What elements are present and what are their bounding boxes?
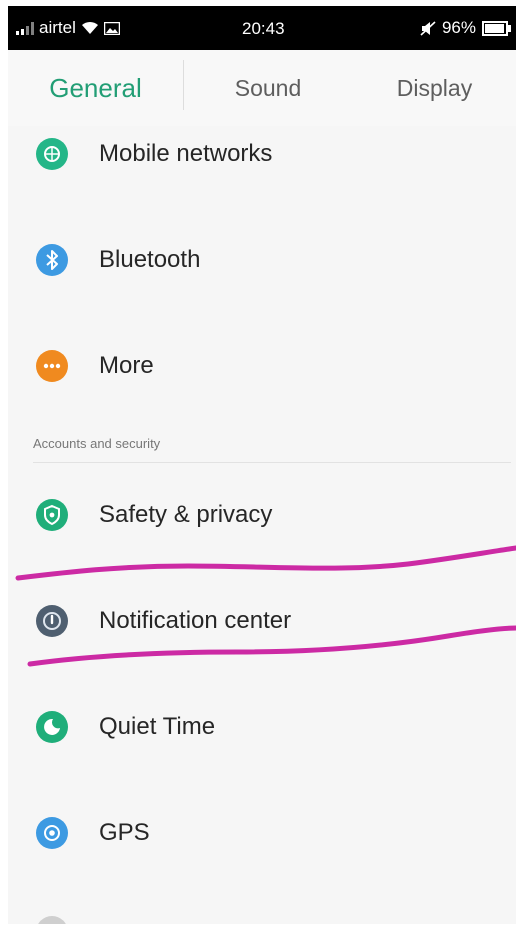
settings-item-label: Bluetooth	[99, 246, 201, 273]
carrier-name: airtel	[39, 18, 76, 37]
mute-icon	[420, 20, 436, 36]
settings-tabs: General Sound Display	[8, 50, 516, 126]
location-icon	[36, 817, 68, 849]
settings-item-quiet-time[interactable]: Quiet Time	[8, 697, 516, 757]
battery-percent: 96%	[441, 18, 476, 37]
settings-item-label: Notification center	[99, 607, 292, 634]
annotation-underline-1	[15, 545, 516, 581]
settings-item-label: Quiet Time	[99, 713, 216, 740]
tab-sound[interactable]: Sound	[183, 50, 353, 126]
status-left: airtel	[16, 18, 120, 38]
settings-item-label: GPS	[99, 819, 150, 846]
settings-item-safety-privacy[interactable]: Safety & privacy	[8, 485, 516, 545]
settings-item-label: More	[99, 352, 154, 379]
bluetooth-icon	[36, 244, 68, 276]
settings-item-mobile-networks[interactable]: Mobile networks	[8, 124, 516, 184]
signal-icon	[16, 21, 34, 35]
wifi-icon	[81, 21, 98, 34]
settings-item-more[interactable]: More	[8, 336, 516, 396]
moon-icon	[36, 711, 68, 743]
tab-display[interactable]: Display	[353, 50, 516, 126]
settings-item-label: Mobile networks	[99, 140, 273, 167]
next-item-icon-partial	[36, 916, 68, 924]
mobile-networks-icon	[36, 138, 68, 170]
section-divider	[33, 462, 511, 463]
notification-icon	[36, 605, 68, 637]
settings-item-bluetooth[interactable]: Bluetooth	[8, 230, 516, 290]
shield-icon	[36, 499, 68, 531]
section-header-accounts: Accounts and security	[33, 436, 161, 451]
more-icon	[36, 350, 68, 382]
battery-icon	[482, 20, 511, 36]
tab-general[interactable]: General	[8, 50, 183, 126]
settings-item-label: Safety & privacy	[99, 501, 273, 528]
phone-screen: airtel 20:43 96% General Sound Display M…	[8, 6, 516, 924]
status-bar: airtel 20:43 96%	[8, 6, 516, 50]
clock: 20:43	[242, 19, 285, 38]
settings-item-gps[interactable]: GPS	[8, 803, 516, 863]
status-right: 96%	[420, 18, 511, 38]
image-notification-icon	[103, 21, 120, 35]
settings-item-notification-center[interactable]: Notification center	[8, 591, 516, 651]
